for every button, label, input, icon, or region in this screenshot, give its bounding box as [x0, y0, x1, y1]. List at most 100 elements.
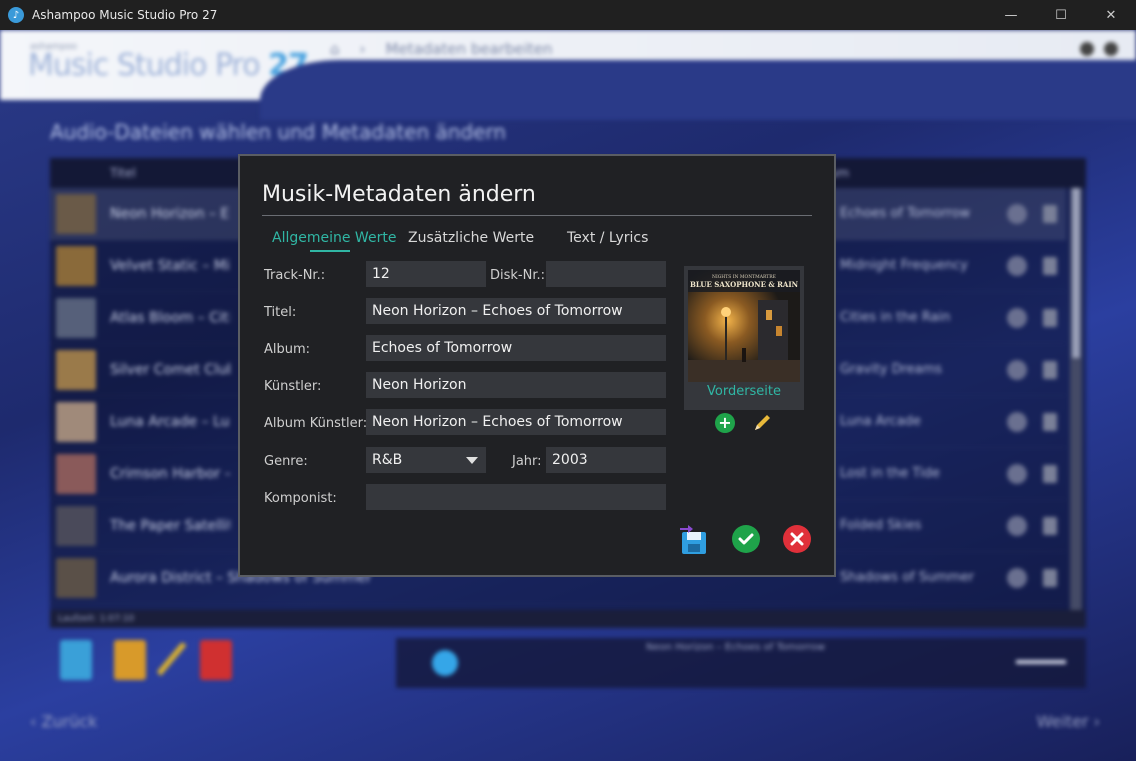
track-title: Atlas Bloom – Cities in the Rain: [110, 309, 230, 326]
add-folder-icon[interactable]: [114, 640, 146, 680]
trash-icon[interactable]: [1043, 308, 1057, 327]
audio-player: Neon Horizon – Echoes of Tomorrow: [396, 638, 1086, 688]
tab-additional[interactable]: Zusätzliche Werte: [408, 230, 534, 246]
artist-label: Künstler:: [264, 379, 322, 394]
track-title: Silver Comet Club – Gravity Dreams: [110, 361, 230, 378]
toolbar: [60, 640, 232, 680]
save-icon[interactable]: [678, 524, 710, 556]
next-label: Weiter: [1036, 712, 1089, 731]
info-icon[interactable]: [1007, 255, 1027, 276]
track-number-label: Track-Nr.:: [264, 268, 326, 283]
info-icon[interactable]: [1007, 463, 1027, 484]
trash-icon[interactable]: [1043, 204, 1057, 223]
close-icon: [790, 532, 804, 546]
volume-slider[interactable]: [1016, 660, 1066, 664]
trash-icon[interactable]: [1043, 412, 1057, 431]
info-icon[interactable]: [1007, 307, 1027, 328]
trash-icon[interactable]: [1043, 256, 1057, 275]
player-title: Neon Horizon – Echoes of Tomorrow: [646, 642, 825, 653]
logo-text: Music Studio Pro: [28, 48, 261, 83]
breadcrumb-page: Metadaten bearbeiten: [385, 40, 553, 58]
add-cover-icon[interactable]: +: [715, 413, 735, 433]
track-album: Gravity Dreams: [840, 362, 943, 377]
tab-general[interactable]: Allgemeine Werte: [272, 230, 396, 246]
genre-label: Genre:: [264, 454, 308, 469]
section-title: Audio-Dateien wählen und Metadaten änder…: [50, 120, 506, 144]
track-number-field[interactable]: 12: [366, 261, 486, 287]
album-artist-field[interactable]: Neon Horizon – Echoes of Tomorrow: [366, 409, 666, 435]
cover-art-image[interactable]: NIGHTS IN MONTMARTRE BLUE SAXOPHONE & RA…: [688, 270, 800, 382]
play-icon[interactable]: [432, 650, 458, 676]
minimize-button[interactable]: —: [986, 0, 1036, 30]
runtime-label: Laufzeit: 1:07:10: [50, 610, 1086, 628]
info-icon[interactable]: [1007, 411, 1027, 432]
app-music-icon: ♪: [8, 7, 24, 23]
track-album: Luna Arcade: [840, 414, 921, 429]
help-icon[interactable]: [1104, 42, 1118, 56]
trash-icon[interactable]: [1043, 464, 1057, 483]
info-icon[interactable]: [1007, 203, 1027, 224]
info-icon[interactable]: [1007, 567, 1027, 588]
year-label: Jahr:: [512, 454, 542, 469]
track-album: Shadows of Summer: [840, 570, 975, 585]
artist-field[interactable]: Neon Horizon: [366, 372, 666, 398]
window-titlebar: ♪ Ashampoo Music Studio Pro 27 — ☐ ✕: [0, 0, 1136, 30]
app-logo: Music Studio Pro 27: [28, 48, 309, 83]
track-thumbnail: [56, 193, 96, 234]
back-label: Zurück: [41, 712, 98, 731]
column-header-title[interactable]: Titel: [110, 166, 136, 180]
tab-lyrics[interactable]: Text / Lyrics: [567, 230, 648, 246]
cover-art-title: BLUE SAXOPHONE & RAIN: [690, 280, 799, 289]
track-title: Neon Horizon – Echoes of Tomorrow: [110, 205, 230, 222]
edit-pencil-icon[interactable]: [156, 641, 190, 679]
track-thumbnail: [56, 245, 96, 286]
add-file-icon[interactable]: [60, 640, 92, 680]
pencil-icon[interactable]: [751, 412, 773, 434]
cover-art-panel: NIGHTS IN MONTMARTRE BLUE SAXOPHONE & RA…: [684, 266, 804, 410]
header-icons: [1080, 42, 1118, 56]
trash-icon[interactable]: [1043, 516, 1057, 535]
breadcrumb: ⌂ › Metadaten bearbeiten: [330, 40, 553, 58]
dialog-divider: [262, 215, 812, 216]
track-list-scrollbar[interactable]: [1070, 188, 1082, 628]
back-button[interactable]: ‹ Zurück: [30, 712, 97, 731]
cover-caption: Vorderseite: [706, 384, 782, 399]
track-title: Crimson Harbor – Lost in the Tide: [110, 465, 230, 482]
track-title: The Paper Satellites – Folded Skies: [110, 517, 230, 534]
composer-label: Komponist:: [264, 491, 337, 506]
track-album: Midnight Frequency: [840, 258, 968, 273]
composer-field[interactable]: [366, 484, 666, 510]
home-icon[interactable]: ⌂: [330, 40, 340, 58]
year-field[interactable]: 2003: [546, 447, 666, 473]
info-icon[interactable]: [1007, 515, 1027, 536]
track-thumbnail: [56, 557, 96, 598]
maximize-button[interactable]: ☐: [1036, 0, 1086, 30]
track-album: Echoes of Tomorrow: [840, 206, 971, 221]
close-window-button[interactable]: ✕: [1086, 0, 1136, 30]
disk-number-field[interactable]: [546, 261, 666, 287]
title-field[interactable]: Neon Horizon – Echoes of Tomorrow: [366, 298, 666, 324]
cancel-button[interactable]: [783, 525, 811, 553]
track-thumbnail: [56, 505, 96, 546]
trash-icon[interactable]: [1043, 568, 1057, 587]
delete-icon[interactable]: [200, 640, 232, 680]
ok-button[interactable]: [732, 525, 760, 553]
disk-number-label: Disk-Nr.:: [490, 268, 546, 283]
genre-value: R&B: [372, 452, 403, 468]
track-album: Cities in the Rain: [840, 310, 951, 325]
album-field[interactable]: Echoes of Tomorrow: [366, 335, 666, 361]
track-thumbnail: [56, 453, 96, 494]
track-thumbnail: [56, 297, 96, 338]
checkmark-icon: [738, 533, 754, 545]
window-controls: — ☐ ✕: [986, 0, 1136, 30]
trash-icon[interactable]: [1043, 360, 1057, 379]
settings-icon[interactable]: [1080, 42, 1094, 56]
info-icon[interactable]: [1007, 359, 1027, 380]
next-button[interactable]: Weiter ›: [1037, 712, 1100, 731]
dialog-title: Musik-Metadaten ändern: [262, 182, 536, 207]
album-artist-label: Album Künstler:: [264, 416, 368, 431]
active-tab-underline: [310, 250, 350, 252]
scrollbar-thumb[interactable]: [1072, 188, 1080, 358]
genre-select[interactable]: R&B: [366, 447, 486, 473]
album-label: Album:: [264, 342, 311, 357]
